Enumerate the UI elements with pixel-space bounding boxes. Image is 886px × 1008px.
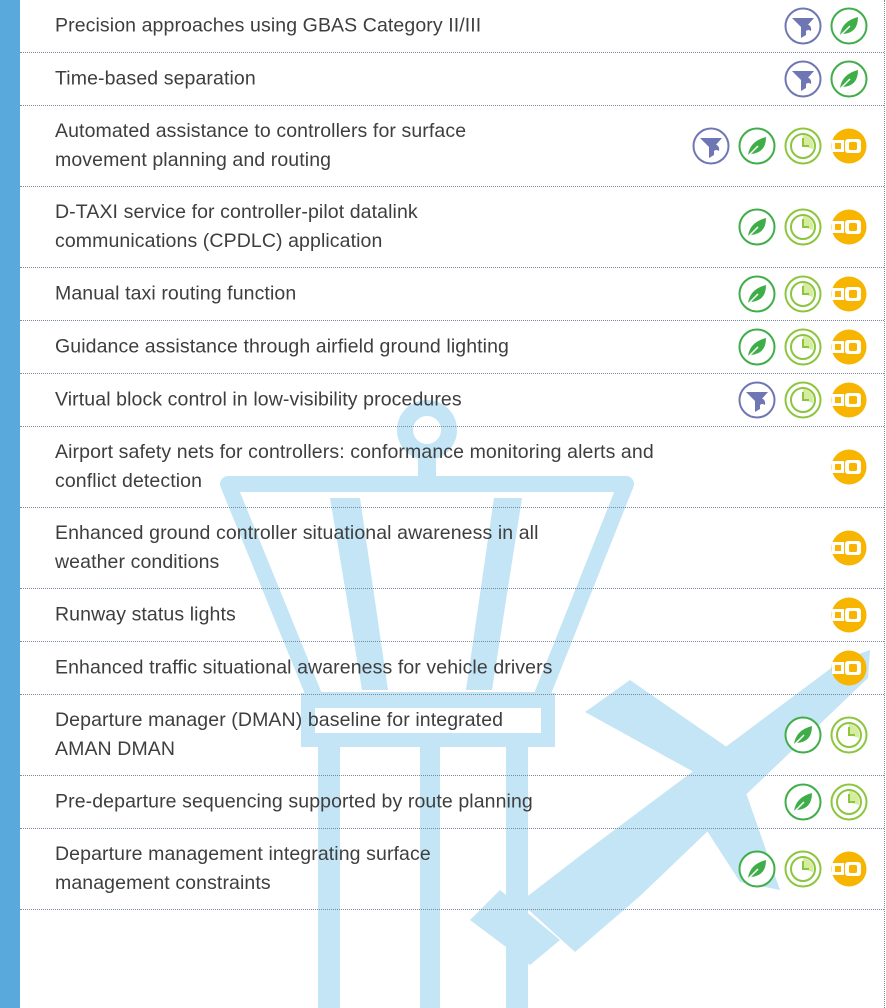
left-accent-bar [0, 0, 20, 1008]
clock-icon [784, 328, 822, 366]
list-item-label: Enhanced traffic situational awareness f… [55, 654, 553, 683]
list-item-label-line: Enhanced traffic situational awareness f… [55, 656, 553, 679]
list-item-label-line: Departure manager (DMAN) baseline for in… [55, 709, 504, 731]
clock-icon [784, 850, 822, 888]
feature-list: Precision approaches using GBAS Category… [20, 0, 884, 910]
list-item-label-line: conflict detection [55, 470, 203, 492]
leaf-icon [738, 127, 776, 165]
seatbelt-icon [831, 851, 867, 887]
list-item-label-line: Pre-departure sequencing supported by ro… [55, 790, 533, 813]
leaf-icon [738, 328, 776, 366]
list-item-icons [830, 529, 868, 567]
list-item-label-line: Guidance assistance through airfield gro… [55, 335, 509, 358]
clock-icon [830, 716, 868, 754]
leaf-icon [830, 60, 868, 98]
list-item: Precision approaches using GBAS Category… [20, 0, 884, 53]
list-item-icons [692, 127, 868, 165]
seatbelt-icon [831, 597, 867, 633]
clock-icon [784, 208, 822, 246]
list-item-icons [830, 448, 868, 486]
list-item: Departure management integrating surface… [20, 829, 884, 910]
list-item-label-line: weather conditions [55, 551, 220, 573]
list-item: Time-based separation [20, 53, 884, 106]
list-item-label: Airport safety nets for controllers: con… [55, 438, 654, 496]
list-item-label-line: Virtual block control in low-visibility … [55, 388, 462, 411]
list-item-icons [738, 850, 868, 888]
list-item-icons [784, 60, 868, 98]
list-item-icons [784, 783, 868, 821]
list-item-label-line: Precision approaches using GBAS Category… [55, 14, 482, 37]
seatbelt-icon [831, 449, 867, 485]
seatbelt-icon [831, 382, 867, 418]
list-item-icons [830, 649, 868, 687]
clock-icon [784, 275, 822, 313]
list-item-label: Virtual block control in low-visibility … [55, 386, 462, 415]
list-item-label-line: Time-based separation [55, 67, 256, 90]
list-item-icons [738, 208, 868, 246]
list-item-label: Enhanced ground controller situational a… [55, 519, 539, 577]
seatbelt-icon [831, 329, 867, 365]
list-item: Airport safety nets for controllers: con… [20, 427, 884, 508]
funnel-icon [738, 381, 776, 419]
seatbelt-icon [831, 650, 867, 686]
list-item-label: Precision approaches using GBAS Category… [55, 12, 481, 41]
right-dotted-border [884, 0, 885, 1008]
leaf-icon [738, 850, 776, 888]
list-item: Automated assistance to controllers for … [20, 106, 884, 187]
seatbelt-icon [831, 128, 867, 164]
leaf-icon [784, 783, 822, 821]
list-item-icons [738, 328, 868, 366]
clock-icon [784, 127, 822, 165]
list-item: Runway status lights [20, 589, 884, 642]
list-item: Enhanced ground controller situational a… [20, 508, 884, 589]
list-item-label: Manual taxi routing function [55, 280, 296, 309]
clock-icon [830, 783, 868, 821]
list-item-label: Guidance assistance through airfield gro… [55, 333, 509, 362]
list-item: Manual taxi routing function [20, 268, 884, 321]
list-item-label-line: Departure management integrating surface [55, 843, 431, 865]
list-item-label: Departure management integrating surface… [55, 840, 431, 898]
list-item-icons [738, 275, 868, 313]
list-item: Guidance assistance through airfield gro… [20, 321, 884, 374]
list-item-label: Time-based separation [55, 65, 256, 94]
funnel-icon [692, 127, 730, 165]
list-item-icons [784, 716, 868, 754]
leaf-icon [784, 716, 822, 754]
list-item-icons [830, 596, 868, 634]
list-item-label-line: Manual taxi routing function [55, 282, 297, 305]
funnel-icon [784, 60, 822, 98]
clock-icon [784, 381, 822, 419]
seatbelt-icon [831, 209, 867, 245]
funnel-icon [784, 7, 822, 45]
seatbelt-icon [831, 276, 867, 312]
list-item-label-line: D-TAXI service for controller-pilot data… [55, 201, 418, 223]
list-item: Departure manager (DMAN) baseline for in… [20, 695, 884, 776]
list-item-label: Automated assistance to controllers for … [55, 117, 466, 175]
list-item-label: D-TAXI service for controller-pilot data… [55, 198, 418, 256]
list-item-label-line: Enhanced ground controller situational a… [55, 522, 539, 544]
list-item-label: Pre-departure sequencing supported by ro… [55, 788, 533, 817]
list-item-icons [784, 7, 868, 45]
list-item: Enhanced traffic situational awareness f… [20, 642, 884, 695]
list-item-label-line: Runway status lights [55, 603, 236, 626]
list-item-label: Departure manager (DMAN) baseline for in… [55, 706, 503, 764]
list-item: Virtual block control in low-visibility … [20, 374, 884, 427]
list-item-label-line: management constraints [55, 872, 271, 894]
list-item-label: Runway status lights [55, 601, 236, 630]
leaf-icon [830, 7, 868, 45]
leaf-icon [738, 275, 776, 313]
list-item-icons [738, 381, 868, 419]
list-item-label-line: communications (CPDLC) application [55, 230, 383, 252]
list-item-label-line: movement planning and routing [55, 149, 332, 171]
leaf-icon [738, 208, 776, 246]
list-item-label-line: Automated assistance to controllers for … [55, 120, 467, 142]
list-item: D-TAXI service for controller-pilot data… [20, 187, 884, 268]
list-item: Pre-departure sequencing supported by ro… [20, 776, 884, 829]
list-item-label-line: AMAN DMAN [55, 738, 176, 760]
list-item-label-line: Airport safety nets for controllers: con… [55, 441, 654, 463]
seatbelt-icon [831, 530, 867, 566]
